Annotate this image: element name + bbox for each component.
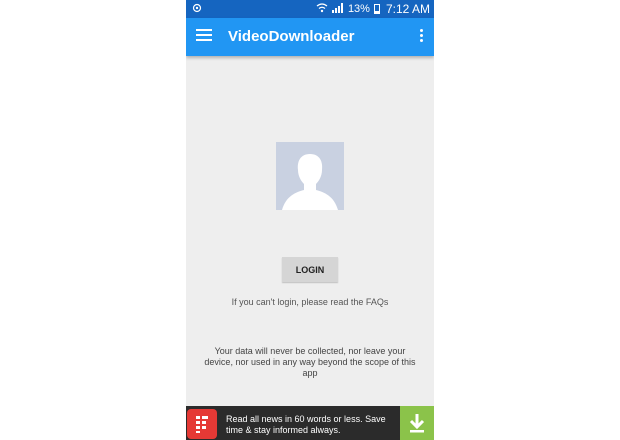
ad-banner[interactable]: Read all news in 60 words or less. Save … (186, 406, 434, 440)
hamburger-menu-icon[interactable] (196, 29, 212, 43)
battery-icon (373, 4, 380, 14)
ad-logo-icon (187, 409, 217, 439)
phone-screen: 13% 7:12 AM VideoDownloader LOGIN If you… (186, 0, 434, 440)
faq-hint[interactable]: If you can't login, please read the FAQs (186, 297, 434, 307)
status-icons: 13% 7:12 AM (316, 2, 430, 16)
login-button[interactable]: LOGIN (282, 257, 338, 282)
ad-text: Read all news in 60 words or less. Save … (226, 414, 386, 435)
notification-icon (192, 3, 202, 16)
app-title: VideoDownloader (228, 28, 355, 45)
status-time: 7:12 AM (385, 2, 430, 16)
overflow-menu-icon[interactable] (418, 29, 424, 45)
signal-icon (331, 2, 344, 16)
default-avatar-icon (276, 142, 344, 210)
wifi-icon (316, 2, 328, 16)
status-bar: 13% 7:12 AM (186, 0, 434, 18)
privacy-notice: Your data will never be collected, nor l… (204, 346, 416, 378)
battery-percent: 13% (347, 3, 370, 15)
app-bar: VideoDownloader (186, 18, 434, 56)
download-icon[interactable] (400, 406, 434, 440)
